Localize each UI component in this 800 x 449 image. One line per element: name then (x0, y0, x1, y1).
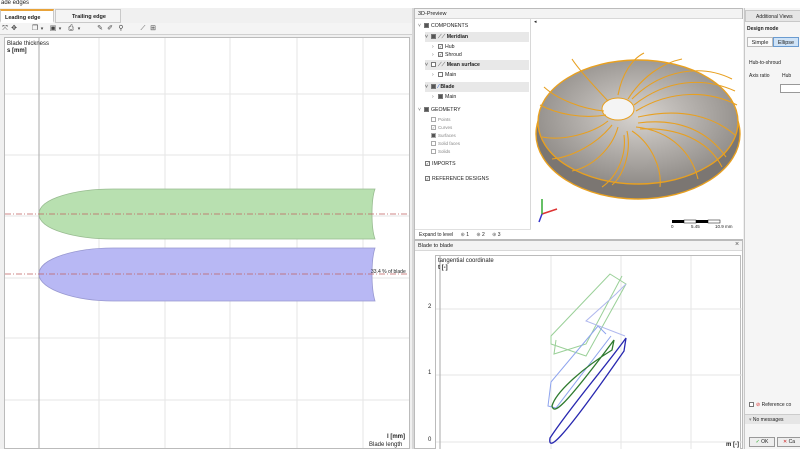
lower-thickness-profile (38, 247, 376, 302)
b2b-y-axis-title: tangential coordinate (438, 258, 494, 264)
design-mode-label: Design mode (747, 26, 779, 32)
messages-bar[interactable]: ▾ No messages (745, 414, 800, 424)
tree-item-geometry[interactable]: ˅ GEOMETRY (418, 105, 461, 115)
tree-item-shroud[interactable]: › ✓ Shroud (432, 50, 462, 60)
scale-label-max: 10.9 mm (715, 224, 733, 229)
blade-to-blade-header: Blade to blade (415, 241, 742, 251)
tab-additional-views[interactable]: Additional Views (745, 10, 800, 22)
hub-label: Hub (782, 73, 792, 79)
b2b-y-tick-1: 1 (428, 370, 432, 376)
pin-icon[interactable]: ⚲ (117, 25, 125, 33)
plot-grid (5, 38, 409, 448)
tree-item-components[interactable]: ˅ COMPONENTS (418, 21, 468, 31)
toolbar: ⤧ ✥ ❐ ▾ ▣ ▾ ⎙ ▾ ✎ ✐ ⚲ ⟋ ⊞ (0, 23, 412, 35)
additional-views-panel: Additional Views Design mode Simple Elli… (744, 8, 800, 449)
tree-item-reference-designs[interactable]: ✓ REFERENCE DESIGNS (425, 174, 489, 184)
components-tree: ˅ COMPONENTS ˅ ⟋⟋ Meridian › ✓ Hub › ✓ Shroud … (415, 19, 531, 229)
zoom-fit-icon[interactable]: ⤧ (1, 25, 9, 33)
expand-level-2[interactable]: 2 (482, 232, 485, 238)
axis-ratio-hub-input[interactable] (780, 84, 800, 93)
axis-ratio-label: Axis ratio (749, 73, 770, 79)
window-title: ade edges (1, 0, 30, 6)
mode-simple-button[interactable]: Simple (747, 37, 773, 47)
reference-icon: ⊘ (756, 402, 761, 408)
measure-icon[interactable]: ⟋ (139, 25, 147, 33)
x-axis-title: Blade length (369, 442, 403, 448)
expand-label: Expand to level (419, 232, 454, 238)
blade-to-blade-title: Blade to blade (418, 243, 454, 249)
edit-points-icon[interactable]: ✎ (96, 25, 104, 33)
preview-3d-header: 3D-Preview (415, 9, 742, 19)
3d-viewport[interactable]: ◂ 0 5.45 10.9 mm (532, 19, 743, 239)
tree-item-mean-surface[interactable]: ˅ ⟋⟋ Mean surface (425, 60, 529, 70)
preview-3d-title: 3D-Preview (418, 11, 447, 17)
expand-level-1[interactable]: 1 (466, 232, 469, 238)
tree-item-mean-main[interactable]: › Main (432, 70, 456, 80)
b2b-x-axis-symbol: m [-] (726, 442, 739, 448)
tree-item-solids[interactable]: Solids (431, 147, 450, 157)
chevron-down-icon[interactable]: ▾ (56, 25, 64, 33)
blade-thickness-plot[interactable]: Blade thickness s [mm] 33.4 % of blade l… (4, 37, 410, 449)
tree-item-blade-main[interactable]: › Main (432, 92, 456, 102)
ok-button[interactable]: ✓ OK (749, 437, 775, 447)
window-title-bar: ade edges (0, 0, 800, 8)
tree-item-meridian[interactable]: ˅ ⟋⟋ Meridian (425, 32, 529, 42)
mode-ellipse-button[interactable]: Ellipse (773, 37, 799, 47)
expand-level-3[interactable]: 3 (498, 232, 501, 238)
x-axis-symbol: l [mm] (387, 434, 405, 440)
y-axis-title: Blade thickness (7, 41, 50, 47)
preview-3d-panel: 3D-Preview ˅ COMPONENTS ˅ ⟋⟋ Meridian › ✓ Hu… (414, 8, 743, 240)
y-axis-symbol: s [mm] (7, 48, 27, 54)
b2b-y-tick-2: 2 (428, 304, 432, 310)
tree-item-blade[interactable]: ˅ ⁄ Blade (425, 82, 529, 92)
blade-to-blade-canvas (436, 256, 742, 449)
expand-level-1-icon[interactable]: ⊕ (461, 232, 465, 238)
b2b-y-tick-0: 0 (428, 437, 432, 443)
scale-label-mid: 5.45 (691, 224, 700, 229)
edit-curve-icon[interactable]: ✐ (106, 25, 114, 33)
tab-trailing-edge[interactable]: Trailing edge (55, 9, 121, 23)
impeller-render (535, 52, 741, 224)
blade-to-blade-panel: Blade to blade × tangential coordinate t… (414, 240, 743, 449)
thickness-plot-canvas (5, 38, 409, 448)
table-icon[interactable]: ⊞ (149, 25, 157, 33)
tab-leading-edge[interactable]: Leading edge (0, 9, 54, 23)
expand-level-3-icon[interactable]: ⊕ (492, 232, 496, 238)
edge-tabs: Leading edge Trailing edge (0, 9, 140, 23)
print-icon[interactable]: ⎙ (67, 25, 75, 33)
cancel-button[interactable]: ✕ Ca (777, 437, 800, 447)
expand-level-2-icon[interactable]: ⊕ (476, 232, 480, 238)
tree-item-imports[interactable]: ✓ IMPORTS (425, 159, 456, 169)
close-icon[interactable]: × (735, 241, 739, 248)
blade-percent-annotation: 33.4 % of blade (371, 269, 406, 275)
scale-label-0: 0 (671, 224, 674, 229)
chevron-down-icon[interactable]: ▾ (38, 25, 46, 33)
chevron-down-icon[interactable]: ▾ (75, 25, 83, 33)
expand-to-level-bar: Expand to level ⊕ 1 ⊕ 2 ⊕ 3 (415, 229, 531, 239)
hub-to-shroud-label: Hub-to-shroud (749, 60, 781, 66)
b2b-y-axis-symbol: t [-] (438, 265, 448, 271)
blade-to-blade-plot[interactable]: tangential coordinate t [-] 2 1 0 m [-] (428, 255, 742, 449)
pan-icon[interactable]: ✥ (10, 25, 18, 33)
collapse-arrow-icon[interactable]: ◂ (534, 19, 537, 25)
reference-row[interactable]: ⊘ Reference co (749, 402, 791, 408)
